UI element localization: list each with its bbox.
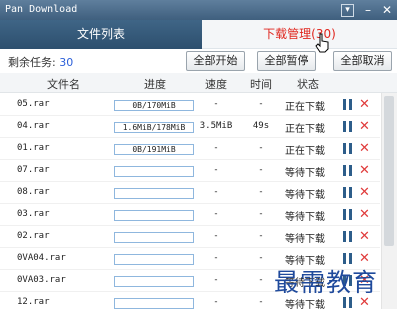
tab-download-manager[interactable]: 下载管理(30) — [202, 20, 397, 49]
time-remaining: - — [258, 231, 264, 241]
scrollbar-thumb[interactable] — [384, 96, 394, 246]
file-name: 12.rar — [17, 297, 50, 307]
pause-icon[interactable] — [343, 187, 352, 198]
close-x-icon[interactable]: ✕ — [359, 120, 371, 133]
progress-bar — [114, 188, 194, 199]
time-remaining: - — [258, 297, 264, 307]
close-x-icon[interactable]: ✕ — [359, 208, 371, 221]
progress-bar — [114, 298, 194, 309]
download-speed: - — [213, 187, 219, 197]
progress-bar: 1.6MiB/178MiB — [114, 122, 194, 133]
download-speed: 3.5MiB — [199, 121, 233, 131]
column-header-time: 时间 — [250, 78, 272, 91]
pause-icon[interactable] — [343, 209, 352, 220]
download-status: 正在下载 — [285, 124, 325, 135]
table-row[interactable]: 07.rar - - 等待下载 ✕ — [0, 160, 380, 182]
watermark: 最需教育 — [274, 268, 379, 297]
close-x-icon[interactable]: ✕ — [359, 186, 371, 199]
file-name: 05.rar — [17, 99, 50, 109]
pause-icon[interactable] — [343, 143, 352, 154]
progress-bar — [114, 232, 194, 243]
download-speed: - — [213, 297, 219, 307]
column-header-speed: 速度 — [205, 78, 227, 91]
start-all-button[interactable]: 全部开始 — [186, 51, 245, 71]
tab-file-list[interactable]: 文件列表 — [0, 20, 202, 49]
file-name: 04.rar — [17, 121, 50, 131]
title-bar: Pan Download — [0, 0, 397, 20]
table-row[interactable]: 05.rar 0B/170MiB - - 正在下载 ✕ — [0, 94, 380, 116]
progress-bar — [114, 276, 194, 287]
progress-bar — [114, 254, 194, 265]
file-name: 0VA03.rar — [17, 275, 66, 285]
table-row[interactable]: 03.rar - - 等待下载 ✕ — [0, 204, 380, 226]
time-remaining: - — [258, 209, 264, 219]
file-name: 07.rar — [17, 165, 50, 175]
column-header-name: 文件名 — [47, 78, 80, 91]
table-row[interactable]: 04.rar 1.6MiB/178MiB 3.5MiB 49s 正在下载 ✕ — [0, 116, 380, 138]
tab-bar: 文件列表 下载管理(30) — [0, 20, 397, 49]
column-header-progress: 进度 — [144, 78, 166, 91]
progress-bar — [114, 166, 194, 177]
pause-icon[interactable] — [343, 165, 352, 176]
file-name: 08.rar — [17, 187, 50, 197]
file-name: 01.rar — [17, 143, 50, 153]
close-x-icon[interactable]: ✕ — [359, 98, 371, 111]
pause-all-button[interactable]: 全部暂停 — [257, 51, 316, 71]
download-speed: - — [213, 231, 219, 241]
download-speed: - — [213, 165, 219, 175]
download-status: 正在下载 — [285, 146, 325, 157]
time-remaining: - — [258, 99, 264, 109]
download-speed: - — [213, 143, 219, 153]
download-speed: - — [213, 99, 219, 109]
progress-bar: 0B/191MiB — [114, 144, 194, 155]
time-remaining: - — [258, 143, 264, 153]
remaining-label: 剩余任务: — [8, 56, 56, 69]
toolbar: 剩余任务: 30 全部开始 全部暂停 全部取消 — [0, 49, 397, 73]
minimize-icon[interactable]: – — [360, 2, 376, 18]
file-name: 02.rar — [17, 231, 50, 241]
file-name: 03.rar — [17, 209, 50, 219]
download-speed: - — [213, 275, 219, 285]
progress-bar — [114, 210, 194, 221]
close-x-icon[interactable]: ✕ — [359, 142, 371, 155]
file-name: 0VA04.rar — [17, 253, 66, 263]
download-status: 等待下载 — [285, 212, 325, 223]
download-speed: - — [213, 253, 219, 263]
time-remaining: - — [258, 275, 264, 285]
download-status: 等待下载 — [285, 190, 325, 201]
pause-icon[interactable] — [343, 121, 352, 132]
close-x-icon[interactable]: ✕ — [359, 230, 371, 243]
close-icon[interactable]: ✕ — [379, 2, 395, 18]
table-row[interactable]: 01.rar 0B/191MiB - - 正在下载 ✕ — [0, 138, 380, 160]
table-row[interactable]: 02.rar - - 等待下载 ✕ — [0, 226, 380, 248]
remaining-tasks: 剩余任务: 30 — [8, 54, 73, 70]
download-status: 等待下载 — [285, 234, 325, 245]
progress-bar: 0B/170MiB — [114, 100, 194, 111]
cancel-all-button[interactable]: 全部取消 — [333, 51, 392, 71]
close-x-icon[interactable]: ✕ — [359, 164, 371, 177]
time-remaining: - — [258, 187, 264, 197]
window-title: Pan Download — [5, 4, 78, 15]
column-header-status: 状态 — [297, 78, 319, 91]
menu-box-icon[interactable]: ▾ — [341, 4, 354, 17]
download-speed: - — [213, 209, 219, 219]
download-status: 等待下载 — [285, 168, 325, 179]
table-row[interactable]: 08.rar - - 等待下载 ✕ — [0, 182, 380, 204]
time-remaining: 49s — [252, 121, 270, 131]
download-status: 正在下载 — [285, 102, 325, 113]
time-remaining: - — [258, 165, 264, 175]
time-remaining: - — [258, 253, 264, 263]
table-header: 文件名 进度 速度 时间 状态 — [0, 73, 397, 93]
remaining-count: 30 — [59, 56, 74, 69]
pause-icon[interactable] — [343, 99, 352, 110]
pause-icon[interactable] — [343, 231, 352, 242]
